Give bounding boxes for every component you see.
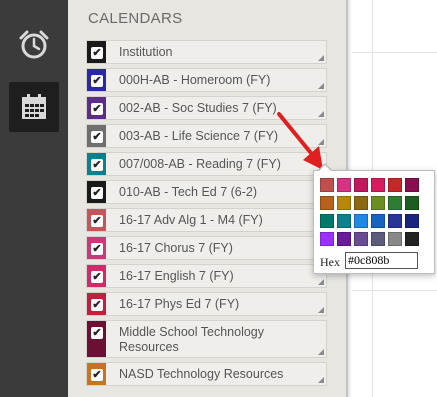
calendar-label: Institution	[119, 45, 173, 59]
calendar-color-swatch[interactable]: ✔	[87, 69, 106, 91]
calendar-item[interactable]: ✔ 16-17 English 7 (FY)	[86, 264, 327, 288]
color-swatch-option[interactable]	[354, 196, 368, 210]
calendar-label: 003-AB - Life Science 7 (FY)	[119, 129, 279, 143]
color-swatch-grid	[320, 178, 419, 246]
calendar-label: 010-AB - Tech Ed 7 (6-2)	[119, 185, 258, 199]
calendar-color-swatch[interactable]: ✔	[87, 265, 106, 287]
calendar-color-swatch[interactable]: ✔	[87, 321, 106, 357]
calendar-item[interactable]: ✔ 16-17 Phys Ed 7 (FY)	[86, 292, 327, 316]
color-swatch-option[interactable]	[371, 196, 385, 210]
hex-label: Hex	[320, 255, 340, 269]
calendar-label: 16-17 Phys Ed 7 (FY)	[119, 297, 240, 311]
color-swatch-option[interactable]	[388, 196, 402, 210]
picker-notch-inner	[319, 165, 331, 171]
calendar-color-swatch[interactable]: ✔	[87, 181, 106, 203]
calendar-color-swatch[interactable]: ✔	[87, 293, 106, 315]
calendar-checkbox[interactable]: ✔	[91, 103, 103, 115]
calendar-item[interactable]: ✔ 000H-AB - Homeroom (FY)	[86, 68, 327, 92]
color-swatch-option[interactable]	[354, 232, 368, 246]
color-swatch-option[interactable]	[405, 214, 419, 228]
calendar-item[interactable]: ✔ 16-17 Chorus 7 (FY)	[86, 236, 327, 260]
calendar-label: NASD Technology Resources	[119, 367, 284, 381]
calendar-item[interactable]: ✔ Institution	[86, 40, 327, 64]
calendar-color-swatch[interactable]: ✔	[87, 97, 106, 119]
color-menu-triangle-icon[interactable]	[318, 349, 324, 355]
color-swatch-option[interactable]	[337, 196, 351, 210]
color-swatch-option[interactable]	[320, 214, 334, 228]
color-swatch-option[interactable]	[320, 178, 334, 192]
alarm-clock-icon	[19, 30, 49, 59]
calendar-item[interactable]: ✔ 16-17 Adv Alg 1 - M4 (FY)	[86, 208, 327, 232]
calendar-checkbox[interactable]: ✔	[91, 327, 103, 339]
color-swatch-option[interactable]	[371, 214, 385, 228]
color-swatch-option[interactable]	[405, 178, 419, 192]
color-swatch-option[interactable]	[388, 232, 402, 246]
color-picker-popup: Hex	[313, 170, 435, 274]
app-nav-bar	[0, 0, 68, 397]
calendar-label: 000H-AB - Homeroom (FY)	[119, 73, 271, 87]
calendar-checkbox[interactable]: ✔	[91, 47, 103, 59]
calendar-label: 007/008-AB - Reading 7 (FY)	[119, 157, 281, 171]
calendar-checkbox[interactable]: ✔	[91, 243, 103, 255]
hex-input[interactable]	[345, 252, 418, 269]
color-menu-triangle-icon[interactable]	[318, 83, 324, 89]
calendar-color-swatch[interactable]: ✔	[87, 41, 106, 63]
calendar-icon	[22, 94, 46, 119]
color-swatch-option[interactable]	[388, 178, 402, 192]
calendar-color-swatch[interactable]: ✔	[87, 363, 106, 385]
color-swatch-option[interactable]	[405, 196, 419, 210]
calendar-item[interactable]: ✔ NASD Technology Resources	[86, 362, 327, 386]
calendar-label: 16-17 Adv Alg 1 - M4 (FY)	[119, 213, 263, 227]
calendar-button[interactable]	[9, 82, 59, 132]
color-swatch-option[interactable]	[354, 178, 368, 192]
calendar-checkbox[interactable]: ✔	[91, 159, 103, 171]
calendar-checkbox[interactable]: ✔	[91, 215, 103, 227]
color-menu-triangle-icon[interactable]	[318, 55, 324, 61]
calendar-color-swatch[interactable]: ✔	[87, 125, 106, 147]
color-menu-triangle-icon[interactable]	[318, 279, 324, 285]
color-swatch-option[interactable]	[354, 214, 368, 228]
color-swatch-option[interactable]	[337, 214, 351, 228]
calendars-panel: CALENDARS ✔ Institution ✔ 000H-AB - Homeroo…	[68, 0, 348, 397]
calendar-color-swatch[interactable]: ✔	[87, 209, 106, 231]
color-swatch-option[interactable]	[337, 232, 351, 246]
calendar-label: Middle School Technology Resources	[119, 325, 265, 354]
calendar-grid-line	[352, 290, 437, 291]
calendar-grid-line	[352, 52, 437, 53]
calendar-color-swatch[interactable]: ✔	[87, 237, 106, 259]
color-swatch-option[interactable]	[337, 178, 351, 192]
color-swatch-option[interactable]	[371, 232, 385, 246]
color-swatch-option[interactable]	[371, 178, 385, 192]
calendar-item[interactable]: ✔ Middle School Technology Resources	[86, 320, 327, 358]
calendar-checkbox[interactable]: ✔	[91, 75, 103, 87]
alarm-clock-button[interactable]	[9, 20, 59, 70]
calendar-label: 16-17 English 7 (FY)	[119, 269, 234, 283]
calendar-color-swatch[interactable]: ✔	[87, 153, 106, 175]
color-swatch-option[interactable]	[388, 214, 402, 228]
calendar-label: 002-AB - Soc Studies 7 (FY)	[119, 101, 277, 115]
color-swatch-option[interactable]	[320, 232, 334, 246]
color-menu-triangle-icon[interactable]	[318, 377, 324, 383]
panel-title: CALENDARS	[88, 10, 183, 27]
calendar-checkbox[interactable]: ✔	[91, 299, 103, 311]
calendar-checkbox[interactable]: ✔	[91, 131, 103, 143]
calendar-item[interactable]: ✔ 010-AB - Tech Ed 7 (6-2)	[86, 180, 327, 204]
calendar-label: 16-17 Chorus 7 (FY)	[119, 241, 233, 255]
color-swatch-option[interactable]	[405, 232, 419, 246]
calendar-checkbox[interactable]: ✔	[91, 369, 103, 381]
calendar-checkbox[interactable]: ✔	[91, 187, 103, 199]
color-menu-triangle-icon[interactable]	[318, 307, 324, 313]
color-swatch-option[interactable]	[320, 196, 334, 210]
calendar-checkbox[interactable]: ✔	[91, 271, 103, 283]
